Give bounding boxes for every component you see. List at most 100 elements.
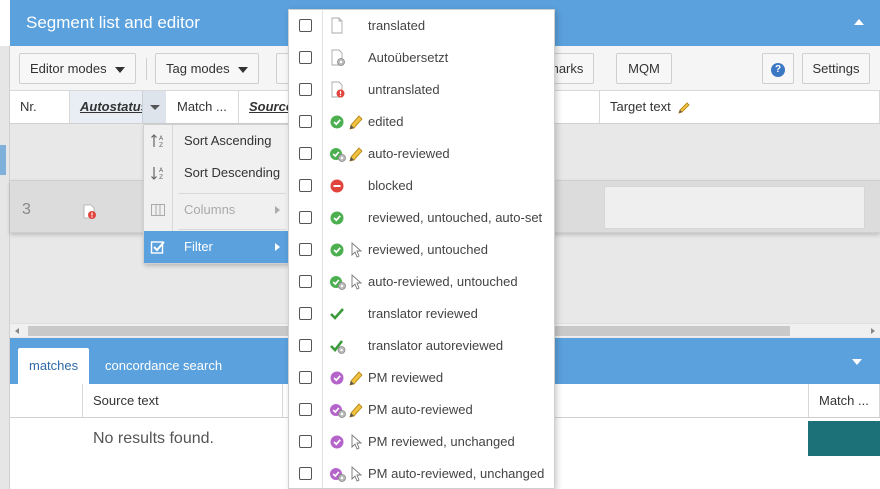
tab-concordance-search[interactable]: concordance search [94,348,233,384]
column-header-target[interactable]: Target text [599,91,880,123]
help-icon: ? [771,62,785,77]
column-header-match[interactable]: Match ... [167,91,239,123]
matches-column-match[interactable]: Match ... [808,384,880,417]
column-header-nr[interactable]: Nr. [10,91,70,123]
target-text-cell[interactable] [604,186,865,229]
left-panel-accent [0,145,6,175]
filter-option[interactable]: PM auto-reviewed [289,394,554,426]
filter-option[interactable]: blocked [289,170,554,202]
filter-option-label: edited [368,114,404,129]
scroll-left-icon[interactable] [15,328,19,334]
filter-checkbox[interactable] [299,243,312,256]
editor-modes-button[interactable]: Editor modes [19,53,136,84]
filter-checkbox[interactable] [299,467,312,480]
tag-modes-button[interactable]: Tag modes [155,53,259,84]
menu-item-columns[interactable]: Columns [144,194,290,226]
match-rate-cell [808,421,880,456]
settings-label: Settings [812,61,860,76]
pencil-icon [349,115,363,130]
filter-option-label: untranslated [368,82,440,97]
status-icons [329,465,369,483]
help-button[interactable]: ? [762,53,794,84]
filter-option[interactable]: edited [289,106,554,138]
purple-check-icon [330,435,344,449]
svg-text:Z: Z [159,174,163,181]
sort-ascending-icon: A Z [151,134,164,149]
filter-option[interactable]: PM auto-reviewed, unchanged [289,458,554,489]
filter-checkbox[interactable] [299,307,312,320]
settings-button[interactable]: Settings [802,53,870,84]
column-header-autostatus-label: Autostatus [80,99,148,114]
green-check-icon [330,243,344,257]
filter-checkbox[interactable] [299,339,312,352]
filter-checkbox[interactable] [299,403,312,416]
status-icons [329,305,369,323]
column-menu-trigger[interactable] [142,91,166,123]
filter-option[interactable]: translated [289,10,554,42]
no-results-text: No results found. [93,430,214,447]
filter-submenu: translated Autoübersetzt untranslated edite… [288,9,555,489]
mqm-button[interactable]: MQM [616,53,672,84]
filter-checkbox[interactable] [299,275,312,288]
status-icons [329,273,369,291]
filter-checkbox[interactable] [299,147,312,160]
untranslated-status-icon [83,204,96,219]
filter-option[interactable]: translator autoreviewed [289,330,554,362]
filter-checkbox[interactable] [299,19,312,32]
status-icons [329,145,369,163]
sort-descending-label: Sort Descending [184,165,281,180]
status-icons [329,433,369,451]
filter-option[interactable]: auto-reviewed [289,138,554,170]
filter-option-label: reviewed, untouched [368,242,488,257]
status-icons [329,337,369,355]
status-icons [329,81,369,99]
sort-ascending-label: Sort Ascending [184,133,272,148]
filter-checkbox[interactable] [299,51,312,64]
filter-checkbox-icon [150,241,165,254]
filter-option[interactable]: translator reviewed [289,298,554,330]
submenu-arrow-icon [275,206,280,214]
filter-option[interactable]: auto-reviewed, untouched [289,266,554,298]
matches-column-source[interactable]: Source text [83,384,283,417]
filter-checkbox[interactable] [299,115,312,128]
status-icons [329,17,369,35]
matches-column-source-label: Source text [93,393,159,408]
pencil-icon [349,403,363,418]
filter-option[interactable]: reviewed, untouched, auto-set [289,202,554,234]
menu-item-sort-descending[interactable]: A Z Sort Descending [144,157,290,189]
tag-modes-label: Tag modes [166,61,230,76]
menu-item-filter[interactable]: Filter [144,231,290,263]
column-header-source-label: Source [249,99,294,114]
tick-icon [330,308,344,320]
page-icon [331,17,343,34]
toolbar-divider [146,58,147,80]
green-check-icon [330,211,344,225]
filter-checkbox[interactable] [299,435,312,448]
tab-matches[interactable]: matches [18,348,90,384]
collapse-arrow-icon[interactable] [854,19,864,25]
filter-option[interactable]: Autoübersetzt [289,42,554,74]
filter-option[interactable]: PM reviewed, unchanged [289,426,554,458]
chevron-down-icon [114,66,125,73]
filter-option[interactable]: reviewed, untouched [289,234,554,266]
filter-checkbox[interactable] [299,371,312,384]
pencil-icon [678,101,690,114]
filter-checkbox[interactable] [299,83,312,96]
left-panel-strip [0,46,10,489]
cursor-icon [351,433,363,450]
filter-checkbox[interactable] [299,211,312,224]
scroll-right-icon[interactable] [871,328,875,334]
status-icons [329,401,369,419]
filter-option[interactable]: PM reviewed [289,362,554,394]
filter-option-label: blocked [368,178,413,193]
green-check-gear-icon [330,276,346,290]
expand-arrow-icon[interactable] [852,359,862,365]
columns-icon [151,204,165,216]
svg-text:A: A [159,135,164,142]
purple-check-gear-icon [330,404,346,418]
filter-checkbox[interactable] [299,179,312,192]
status-icons [329,209,369,227]
filter-option[interactable]: untranslated [289,74,554,106]
tick-gear-icon [330,340,346,354]
menu-item-sort-ascending[interactable]: A Z Sort Ascending [144,125,290,157]
